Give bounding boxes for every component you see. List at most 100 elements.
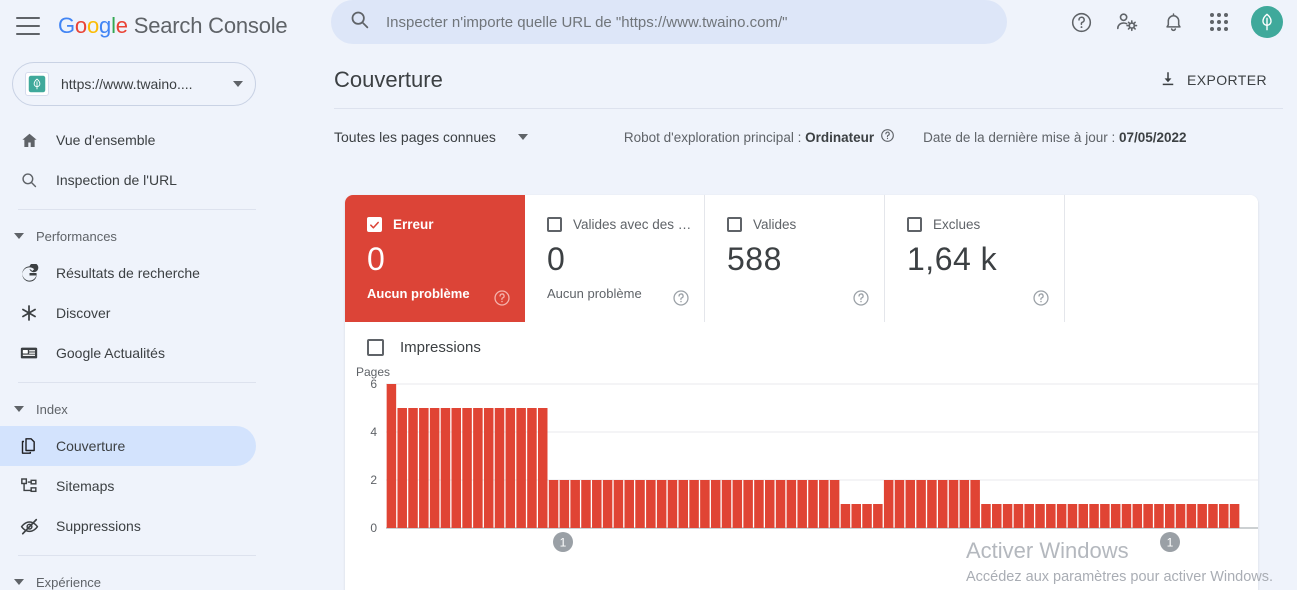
chart-bar[interactable] bbox=[851, 504, 861, 528]
chart-bar[interactable] bbox=[905, 480, 916, 528]
sidebar-item-google-news[interactable]: Google Actualités bbox=[0, 333, 256, 373]
chart-x-marker[interactable]: 1 bbox=[1160, 532, 1180, 552]
chart-bar[interactable] bbox=[1197, 504, 1207, 528]
chart-bar[interactable] bbox=[689, 480, 699, 528]
chart-bar[interactable] bbox=[710, 480, 721, 528]
chart-bar[interactable] bbox=[1024, 504, 1034, 528]
sidebar-group-index[interactable]: Index bbox=[0, 392, 296, 426]
search-input[interactable] bbox=[386, 13, 989, 31]
chart-bar[interactable] bbox=[1208, 504, 1218, 528]
chart-bar[interactable] bbox=[948, 480, 959, 528]
chart-bar[interactable] bbox=[592, 480, 602, 528]
status-card-valid[interactable]: Valides 588 bbox=[705, 195, 885, 322]
chart-bar[interactable] bbox=[1143, 504, 1153, 528]
export-button[interactable]: EXPORTER bbox=[1159, 70, 1267, 91]
sidebar-item-url-inspection[interactable]: Inspection de l'URL bbox=[0, 160, 256, 200]
chart-bar[interactable] bbox=[537, 408, 548, 528]
chart-bar[interactable] bbox=[1110, 504, 1121, 528]
status-card-checkbox[interactable] bbox=[907, 217, 922, 232]
status-card-valid-with-warnings[interactable]: Valides avec des … 0 Aucun problème bbox=[525, 195, 705, 322]
chart-bar[interactable] bbox=[462, 408, 472, 528]
chart-bar[interactable] bbox=[440, 408, 451, 528]
chart-bar[interactable] bbox=[1229, 504, 1240, 528]
sidebar-group-performances[interactable]: Performances bbox=[0, 219, 296, 253]
chart-bar[interactable] bbox=[602, 480, 613, 528]
chart-bar[interactable] bbox=[1121, 504, 1132, 528]
chart-bar[interactable] bbox=[732, 480, 743, 528]
chart-bar[interactable] bbox=[635, 480, 645, 528]
chart-bar[interactable] bbox=[981, 504, 991, 528]
page-scope-select[interactable]: Toutes les pages connues bbox=[334, 129, 528, 145]
chart-x-marker[interactable]: 1 bbox=[553, 532, 573, 552]
chart-bar[interactable] bbox=[959, 480, 970, 528]
sidebar-item-sitemaps[interactable]: Sitemaps bbox=[0, 466, 256, 506]
chart-bar[interactable] bbox=[797, 480, 807, 528]
sidebar-item-overview[interactable]: Vue d'ensemble bbox=[0, 120, 256, 160]
sidebar-item-discover[interactable]: Discover bbox=[0, 293, 256, 333]
chart-bar[interactable] bbox=[559, 480, 570, 528]
hamburger-menu-icon[interactable] bbox=[16, 17, 40, 35]
chart-bar[interactable] bbox=[1100, 504, 1110, 528]
chart-bar[interactable] bbox=[808, 480, 818, 528]
chart-bar[interactable] bbox=[429, 408, 440, 528]
chart-bar[interactable] bbox=[894, 480, 905, 528]
apps-grid-icon[interactable] bbox=[1199, 2, 1239, 42]
chart-bar[interactable] bbox=[1002, 504, 1013, 528]
chart-bar[interactable] bbox=[386, 384, 397, 528]
chart-bar[interactable] bbox=[700, 480, 710, 528]
chart-bar[interactable] bbox=[516, 408, 526, 528]
chart-bar[interactable] bbox=[721, 480, 732, 528]
sidebar-group-experience[interactable]: Expérience bbox=[0, 565, 296, 590]
chart-bar[interactable] bbox=[937, 480, 948, 528]
url-inspection-search-bar[interactable] bbox=[331, 0, 1007, 44]
help-icon[interactable] bbox=[1032, 289, 1050, 312]
chart-bar[interactable] bbox=[419, 408, 429, 528]
chart-bar[interactable] bbox=[840, 504, 851, 528]
chart-bar[interactable] bbox=[883, 480, 894, 528]
status-card-checkbox[interactable] bbox=[547, 217, 562, 232]
chart-bar[interactable] bbox=[451, 408, 462, 528]
impressions-legend[interactable]: Impressions bbox=[345, 339, 1258, 356]
chart-bar[interactable] bbox=[397, 408, 407, 528]
chart-bar[interactable] bbox=[1013, 504, 1024, 528]
chart-bar[interactable] bbox=[1056, 504, 1067, 528]
help-icon[interactable] bbox=[1061, 2, 1101, 42]
chart-bar[interactable] bbox=[581, 480, 591, 528]
sidebar-item-removals[interactable]: Suppressions bbox=[0, 506, 256, 546]
chart-bar[interactable] bbox=[656, 480, 667, 528]
chart-bar[interactable] bbox=[786, 480, 797, 528]
chart-bar[interactable] bbox=[1089, 504, 1099, 528]
chart-bar[interactable] bbox=[494, 408, 505, 528]
chart-bar[interactable] bbox=[527, 408, 537, 528]
chart-bar[interactable] bbox=[570, 480, 580, 528]
chart-bar[interactable] bbox=[1175, 504, 1186, 528]
help-icon[interactable] bbox=[852, 289, 870, 312]
chart-bar[interactable] bbox=[1067, 504, 1078, 528]
chart-bar[interactable] bbox=[408, 408, 418, 528]
chart-bar[interactable] bbox=[927, 480, 937, 528]
impressions-checkbox[interactable] bbox=[367, 339, 384, 356]
chart-bar[interactable] bbox=[743, 480, 753, 528]
status-card-checkbox[interactable] bbox=[727, 217, 742, 232]
chart-bar[interactable] bbox=[1186, 504, 1197, 528]
chart-bar[interactable] bbox=[775, 480, 786, 528]
chart-bar[interactable] bbox=[624, 480, 634, 528]
notifications-bell-icon[interactable] bbox=[1153, 2, 1193, 42]
chart-bar[interactable] bbox=[505, 408, 516, 528]
chart-bar[interactable] bbox=[483, 408, 494, 528]
status-card-checkbox[interactable] bbox=[367, 217, 382, 232]
chart-bar[interactable] bbox=[916, 480, 926, 528]
chart-bar[interactable] bbox=[1164, 504, 1175, 528]
avatar[interactable] bbox=[1251, 6, 1283, 38]
account-settings-icon[interactable] bbox=[1107, 2, 1147, 42]
sidebar-item-coverage[interactable]: Couverture bbox=[0, 426, 256, 466]
chart-bar[interactable] bbox=[992, 504, 1002, 528]
chart-bar[interactable] bbox=[548, 480, 559, 528]
chart-bar[interactable] bbox=[873, 504, 883, 528]
chart-bar[interactable] bbox=[970, 480, 980, 528]
help-icon[interactable] bbox=[493, 289, 511, 312]
chart-bar[interactable] bbox=[646, 480, 656, 528]
property-selector[interactable]: https://www.twaino.... bbox=[12, 62, 256, 106]
chart-bar[interactable] bbox=[678, 480, 689, 528]
chart-bar[interactable] bbox=[613, 480, 624, 528]
